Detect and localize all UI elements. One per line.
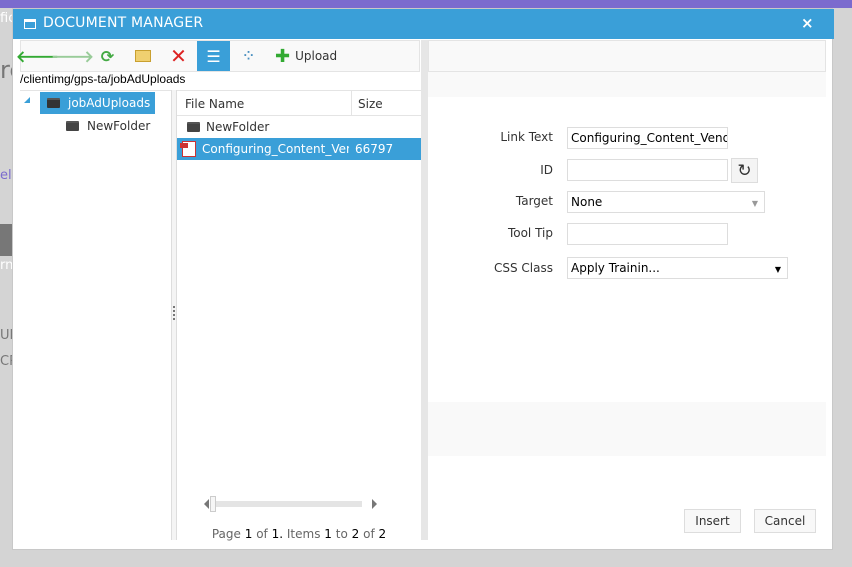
column-header-name[interactable]: File Name (185, 97, 244, 111)
upload-label: Upload (295, 49, 338, 63)
upload-button[interactable]: ✚ Upload (275, 41, 337, 71)
bg-fragment: eli (0, 168, 12, 183)
file-toolbar: 🡐 🡒 ⟳ ✕ ☰ ⁘ ✚ Upload (16, 40, 420, 72)
pager-info: Page 1 of 1. Items 1 to 2 of 2 (211, 527, 387, 541)
refresh-icon: ↻ (737, 160, 752, 181)
bg-fragment: re (0, 56, 12, 84)
bg-fragment: rn (0, 258, 12, 273)
css-class-label: CSS Class (494, 261, 553, 275)
forward-button[interactable]: 🡒 (51, 41, 94, 71)
new-folder-button[interactable] (126, 41, 159, 71)
generate-id-button[interactable]: ↻ (731, 158, 758, 183)
chevron-down-icon: ▼ (774, 265, 781, 274)
scroll-thumb[interactable] (210, 496, 216, 512)
bg-fragment: fic (0, 11, 12, 26)
dialog-title: DOCUMENT MANAGER (43, 15, 204, 31)
close-button[interactable]: × (801, 14, 814, 32)
table-row[interactable]: Configuring_Content_Vendor 66797 (177, 138, 421, 160)
delete-button[interactable]: ✕ (162, 41, 195, 71)
bg-button (0, 224, 12, 256)
refresh-button[interactable]: ⟳ (91, 41, 124, 71)
file-size: 66797 (355, 142, 394, 156)
properties-toolbar (428, 40, 826, 72)
list-view-button[interactable]: ☰ (197, 41, 230, 71)
table-row[interactable]: NewFolder (177, 116, 421, 138)
link-text-input[interactable]: Configuring_Content_Vendor (567, 127, 728, 149)
tree-item-newfolder[interactable]: NewFolder (66, 115, 150, 137)
plus-icon: ✚ (275, 45, 291, 67)
window-icon (24, 19, 36, 29)
tree-item-label: jobAdUploads (68, 96, 151, 110)
pdf-icon (180, 141, 196, 157)
folder-icon (47, 98, 60, 108)
target-select[interactable]: None ▼ (567, 191, 765, 213)
id-input[interactable] (567, 159, 728, 181)
folder-tree: jobAdUploads NewFolder (20, 90, 171, 540)
folder-icon (187, 122, 200, 132)
thumbnail-view-button[interactable]: ⁘ (232, 41, 265, 71)
document-manager-dialog: DOCUMENT MANAGER × 🡐 🡒 ⟳ ✕ ☰ ⁘ ✚ Upload … (12, 8, 834, 550)
dialog-titlebar: DOCUMENT MANAGER × (13, 9, 834, 39)
new-folder-icon (134, 50, 151, 62)
chevron-down-icon: ▼ (751, 199, 758, 208)
link-text-label: Link Text (500, 130, 553, 144)
scroll-right-icon[interactable] (372, 499, 377, 509)
insert-button[interactable]: Insert (684, 509, 741, 533)
id-label: ID (540, 163, 553, 177)
back-button[interactable]: 🡐 (16, 41, 59, 71)
preview-area (428, 402, 826, 456)
css-class-select[interactable]: Apply Trainin... ▼ (567, 257, 788, 279)
bg-fragment: UI' (0, 328, 12, 343)
scroll-left-icon[interactable] (204, 499, 209, 509)
tree-item-label: NewFolder (87, 119, 151, 133)
target-label: Target (515, 194, 553, 208)
grid-header: File Name Size (177, 91, 421, 116)
background-header (0, 0, 852, 8)
tree-item-root[interactable]: jobAdUploads (40, 92, 155, 114)
horizontal-scrollbar[interactable] (204, 496, 377, 512)
panel-splitter[interactable] (421, 40, 428, 540)
file-name: Configuring_Content_Vendor (202, 142, 349, 156)
file-name: NewFolder (206, 120, 270, 134)
bg-fragment: CRI (0, 354, 12, 369)
expand-icon[interactable] (24, 97, 30, 103)
column-header-size[interactable]: Size (358, 97, 383, 111)
file-grid: File Name Size NewFolder Configuring_Con… (177, 90, 421, 541)
cancel-button[interactable]: Cancel (754, 509, 816, 533)
tooltip-label: Tool Tip (507, 226, 553, 240)
current-path: /clientimg/gps-ta/jobAdUploads (20, 72, 186, 86)
properties-header (428, 72, 826, 97)
tooltip-input[interactable] (567, 223, 728, 245)
folder-icon (66, 121, 79, 131)
